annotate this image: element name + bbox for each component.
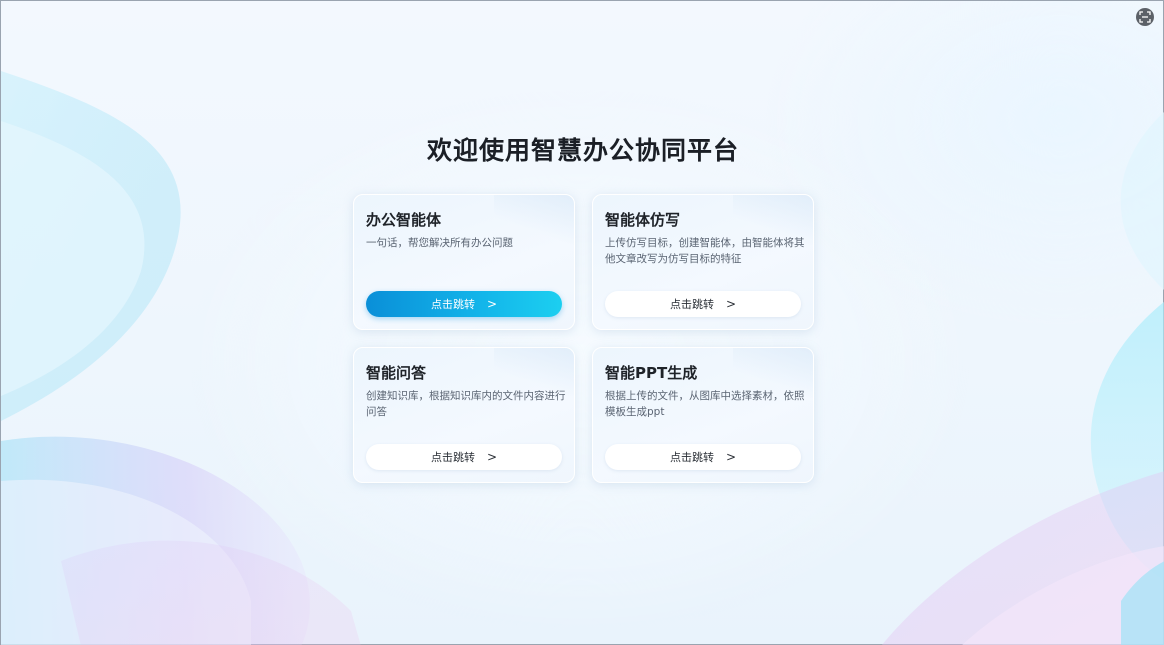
card-title: 智能体仿写 [605, 211, 681, 229]
card-description: 根据上传的文件，从图库中选择素材，依照模板生成ppt [605, 390, 805, 418]
card-title: 办公智能体 [366, 211, 442, 229]
button-label: 点击跳转 [669, 451, 714, 464]
smart-qa-jump-button[interactable]: 点击跳转 > [366, 444, 562, 470]
card-description: 创建知识库，根据知识库内的文件内容进行问答 [366, 390, 566, 418]
page-title: 欢迎使用智慧办公协同平台 [426, 136, 739, 165]
chevron-right-icon: > [725, 297, 737, 311]
card-office-agent: 办公智能体 一句话，帮您解决所有办公问题 点击跳转 > [353, 194, 575, 330]
button-label: 点击跳转 [669, 298, 714, 311]
smart-ppt-jump-button[interactable]: 点击跳转 > [605, 444, 801, 470]
card-agent-imitation-writing: 智能体仿写 上传仿写目标，创建智能体，由智能体将其他文章改写为仿写目标的特征 点… [592, 194, 814, 330]
chevron-right-icon: > [486, 450, 498, 464]
button-label: 点击跳转 [430, 451, 475, 464]
chevron-right-icon: > [725, 450, 737, 464]
card-description: 一句话，帮您解决所有办公问题 [366, 237, 513, 249]
scan-icon[interactable] [1136, 8, 1154, 26]
card-description: 上传仿写目标，创建智能体，由智能体将其他文章改写为仿写目标的特征 [605, 237, 805, 265]
imitation-writing-jump-button[interactable]: 点击跳转 > [605, 291, 801, 317]
card-title: 智能PPT生成 [605, 364, 698, 382]
office-agent-jump-button[interactable]: 点击跳转 > [366, 291, 562, 317]
feature-card-grid: 办公智能体 一句话，帮您解决所有办公问题 点击跳转 > 智能体仿写 上传仿写目标… [353, 194, 815, 486]
card-smart-ppt: 智能PPT生成 根据上传的文件，从图库中选择素材，依照模板生成ppt 点击跳转 … [592, 347, 814, 483]
button-label: 点击跳转 [430, 298, 475, 311]
scan-icon-glyph [1139, 11, 1151, 23]
card-smart-qa: 智能问答 创建知识库，根据知识库内的文件内容进行问答 点击跳转 > [353, 347, 575, 483]
card-title: 智能问答 [366, 364, 427, 382]
chevron-right-icon: > [486, 297, 498, 311]
